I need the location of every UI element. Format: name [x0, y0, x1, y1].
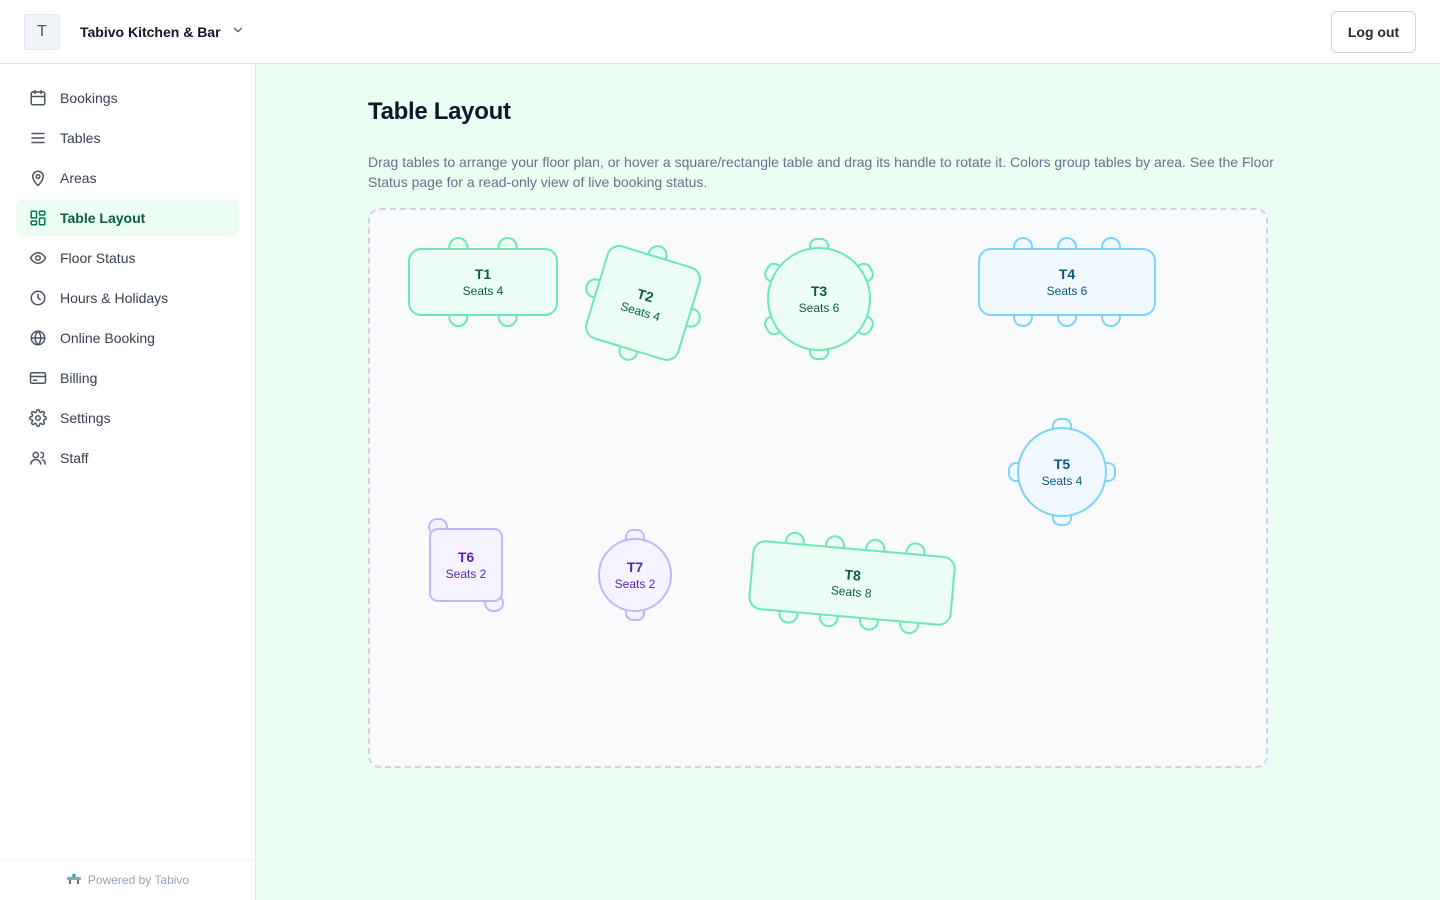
table-t6[interactable]: T6 Seats 2 — [420, 516, 512, 614]
table-t1[interactable]: T1 Seats 4 — [408, 236, 558, 328]
sidebar-item-label: Online Booking — [60, 330, 155, 346]
sidebar-item-label: Tables — [60, 130, 101, 146]
calendar-icon — [28, 88, 48, 108]
table-name: T6 — [457, 549, 475, 565]
sidebar-item-staff[interactable]: Staff — [16, 440, 239, 476]
page-description: Drag tables to arrange your floor plan, … — [368, 154, 1274, 190]
sidebar-nav: Bookings Tables Areas Table Layout Floor… — [16, 80, 239, 480]
tabivo-logo-icon — [66, 873, 82, 888]
table-name: T7 — [626, 559, 644, 575]
sidebar-item-online-booking[interactable]: Online Booking — [16, 320, 239, 356]
table-name: T8 — [843, 566, 862, 584]
sidebar-item-areas[interactable]: Areas — [16, 160, 239, 196]
sidebar-item-tables[interactable]: Tables — [16, 120, 239, 156]
credit-card-icon — [28, 368, 48, 388]
sidebar-item-bookings[interactable]: Bookings — [16, 80, 239, 116]
powered-by-text: Powered by Tabivo — [87, 873, 190, 887]
sidebar: Bookings Tables Areas Table Layout Floor… — [0, 64, 256, 900]
floor-plan-canvas[interactable]: T1 Seats 4 T2 Seats 4 T3 Seats 6 T4 Seats 6 … — [368, 208, 1268, 768]
table-name: T3 — [810, 283, 828, 299]
logout-button[interactable]: Log out — [1331, 11, 1416, 53]
clock-icon — [28, 288, 48, 308]
sidebar-item-label: Bookings — [60, 90, 118, 106]
table-seats: Seats 4 — [462, 284, 504, 298]
main-content: Table Layout Drag tables to arrange your… — [256, 64, 1440, 900]
users-icon — [28, 448, 48, 468]
org-switcher[interactable]: Tabivo Kitchen & Bar — [80, 20, 245, 44]
table-name: T1 — [474, 266, 492, 282]
sidebar-item-label: Areas — [60, 170, 97, 186]
sidebar-item-floor-status[interactable]: Floor Status — [16, 240, 239, 276]
table-t4[interactable]: T4 Seats 6 — [978, 236, 1156, 328]
chevron-down-icon — [231, 23, 245, 42]
sidebar-item-label: Staff — [60, 450, 89, 466]
table-seats: Seats 8 — [830, 583, 873, 601]
table-t5[interactable]: T5 Seats 4 — [1005, 416, 1119, 528]
table-name: T4 — [1058, 266, 1076, 282]
page-title: Table Layout — [368, 98, 511, 125]
table-seats: Seats 6 — [798, 301, 840, 315]
gear-icon — [28, 408, 48, 428]
sidebar-item-label: Floor Status — [60, 250, 136, 266]
sidebar-item-settings[interactable]: Settings — [16, 400, 239, 436]
table-seats: Seats 2 — [445, 567, 487, 581]
org-name: Tabivo Kitchen & Bar — [80, 24, 221, 40]
top-bar: T Tabivo Kitchen & Bar Log out — [0, 0, 1440, 64]
list-icon — [28, 128, 48, 148]
table-t7[interactable]: T7 Seats 2 — [598, 526, 672, 624]
sidebar-item-billing[interactable]: Billing — [16, 360, 239, 396]
eye-icon — [28, 248, 48, 268]
table-t2[interactable]: T2 Seats 4 — [576, 236, 710, 370]
sidebar-item-label: Settings — [60, 410, 111, 426]
table-seats: Seats 2 — [614, 577, 656, 591]
sidebar-item-table-layout[interactable]: Table Layout — [16, 200, 239, 236]
org-logo-letter: T — [37, 23, 47, 40]
layout-grid-icon — [28, 208, 48, 228]
sidebar-item-label: Billing — [60, 370, 98, 386]
globe-icon — [28, 328, 48, 348]
org-logo: T — [24, 14, 60, 50]
table-t3[interactable]: T3 Seats 6 — [762, 236, 876, 362]
table-seats: Seats 6 — [1046, 284, 1088, 298]
table-seats: Seats 4 — [1041, 474, 1083, 488]
table-name: T5 — [1053, 456, 1071, 472]
sidebar-item-label: Table Layout — [60, 210, 146, 226]
powered-by-footer: Powered by Tabivo — [0, 859, 255, 900]
map-pin-icon — [28, 168, 48, 188]
table-t8[interactable]: T8 Seats 8 — [746, 526, 958, 640]
sidebar-item-hours-holidays[interactable]: Hours & Holidays — [16, 280, 239, 316]
sidebar-item-label: Hours & Holidays — [60, 290, 169, 306]
